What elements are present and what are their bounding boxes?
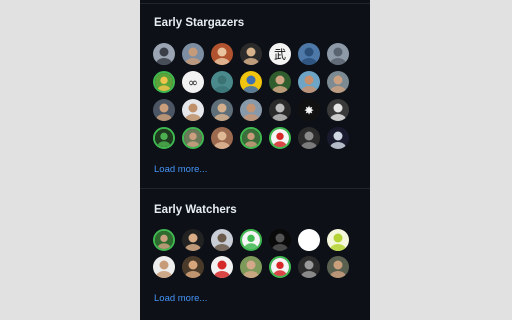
watcher-avatar[interactable]	[240, 256, 262, 278]
avatar-image	[269, 229, 291, 251]
watchers-load-more-link[interactable]: Load more...	[154, 293, 207, 305]
stargazer-avatar[interactable]	[298, 43, 320, 65]
avatar-image	[211, 71, 233, 93]
stargazer-avatar[interactable]	[240, 43, 262, 65]
stargazer-avatar[interactable]	[211, 99, 233, 121]
stargazer-avatar[interactable]	[240, 71, 262, 93]
avatar-image: ✸	[298, 99, 320, 121]
svg-text:∞: ∞	[188, 76, 198, 90]
svg-text:武: 武	[274, 48, 286, 62]
avatar-image	[211, 256, 233, 278]
avatar-image	[269, 71, 291, 93]
avatar-image	[153, 43, 175, 65]
watchers-avatar-grid	[153, 229, 355, 278]
watchers-heading: Early Watchers	[154, 204, 237, 216]
avatar-image: 武	[269, 43, 291, 65]
watcher-avatar[interactable]	[269, 256, 291, 278]
avatar-image	[211, 229, 233, 251]
avatar-image	[155, 129, 173, 147]
avatar-image	[327, 229, 349, 251]
stargazer-avatar[interactable]	[182, 127, 204, 149]
watcher-avatar[interactable]	[211, 229, 233, 251]
watcher-avatar[interactable]	[182, 256, 204, 278]
avatar-image	[182, 256, 204, 278]
stargazer-avatar[interactable]: ∞	[182, 71, 204, 93]
avatar-image	[211, 43, 233, 65]
stargazer-avatar[interactable]	[211, 127, 233, 149]
avatar-image	[153, 99, 175, 121]
avatar-image	[240, 71, 262, 93]
watcher-avatar[interactable]	[269, 229, 291, 251]
svg-text:✸: ✸	[304, 104, 314, 118]
watcher-avatar[interactable]	[327, 229, 349, 251]
avatar-image	[240, 99, 262, 121]
stargazer-avatar[interactable]	[269, 71, 291, 93]
avatar-image	[155, 231, 173, 249]
avatar-image	[211, 99, 233, 121]
avatar-image	[242, 231, 260, 249]
avatar-image	[155, 73, 173, 91]
avatar-image	[269, 99, 291, 121]
avatar-image	[298, 71, 320, 93]
avatar-image	[327, 127, 349, 149]
avatar-image	[240, 43, 262, 65]
stargazer-avatar[interactable]	[269, 99, 291, 121]
watcher-avatar[interactable]	[211, 256, 233, 278]
avatar-image	[298, 229, 320, 251]
avatar-image	[240, 256, 262, 278]
stargazer-avatar[interactable]	[298, 127, 320, 149]
avatar-image	[271, 129, 289, 147]
stargazer-avatar[interactable]	[269, 127, 291, 149]
avatar-image	[298, 43, 320, 65]
avatar-image	[327, 99, 349, 121]
avatar-image	[327, 256, 349, 278]
stargazer-avatar[interactable]	[327, 99, 349, 121]
avatar-image	[242, 129, 260, 147]
watcher-avatar[interactable]	[298, 229, 320, 251]
sidebar-panel: Early Stargazers 武 ∞ ✸ Load more... Early …	[140, 0, 370, 320]
stargazer-avatar[interactable]	[240, 127, 262, 149]
avatar-image	[327, 71, 349, 93]
stargazers-heading: Early Stargazers	[154, 17, 245, 29]
stargazer-avatar[interactable]	[153, 127, 175, 149]
avatar-image	[182, 43, 204, 65]
stargazer-avatar[interactable]	[211, 71, 233, 93]
avatar-image	[271, 258, 289, 276]
stargazer-avatar[interactable]	[327, 71, 349, 93]
watcher-avatar[interactable]	[298, 256, 320, 278]
stargazer-avatar[interactable]	[327, 43, 349, 65]
watcher-avatar[interactable]	[153, 229, 175, 251]
avatar-image	[211, 127, 233, 149]
stargazer-avatar[interactable]	[211, 43, 233, 65]
avatar-image	[182, 229, 204, 251]
watcher-avatar[interactable]	[153, 256, 175, 278]
stargazer-avatar[interactable]	[240, 99, 262, 121]
avatar-image	[327, 43, 349, 65]
stargazers-avatar-grid: 武 ∞ ✸	[153, 43, 355, 149]
stargazer-avatar[interactable]: 武	[269, 43, 291, 65]
stargazer-avatar[interactable]: ✸	[298, 99, 320, 121]
stargazer-avatar[interactable]	[182, 43, 204, 65]
stargazer-avatar[interactable]	[327, 127, 349, 149]
watcher-avatar[interactable]	[327, 256, 349, 278]
avatar-image	[298, 256, 320, 278]
stargazers-load-more-link[interactable]: Load more...	[154, 164, 207, 176]
stargazer-avatar[interactable]	[298, 71, 320, 93]
stargazer-avatar[interactable]	[153, 71, 175, 93]
divider	[140, 3, 370, 4]
avatar-image	[298, 127, 320, 149]
watcher-avatar[interactable]	[182, 229, 204, 251]
stargazer-avatar[interactable]	[153, 43, 175, 65]
avatar-image: ∞	[182, 71, 204, 93]
avatar-image	[184, 129, 202, 147]
watcher-avatar[interactable]	[240, 229, 262, 251]
avatar-image	[153, 256, 175, 278]
stargazer-avatar[interactable]	[182, 99, 204, 121]
avatar-image	[182, 99, 204, 121]
section-divider	[140, 188, 370, 189]
stargazer-avatar[interactable]	[153, 99, 175, 121]
